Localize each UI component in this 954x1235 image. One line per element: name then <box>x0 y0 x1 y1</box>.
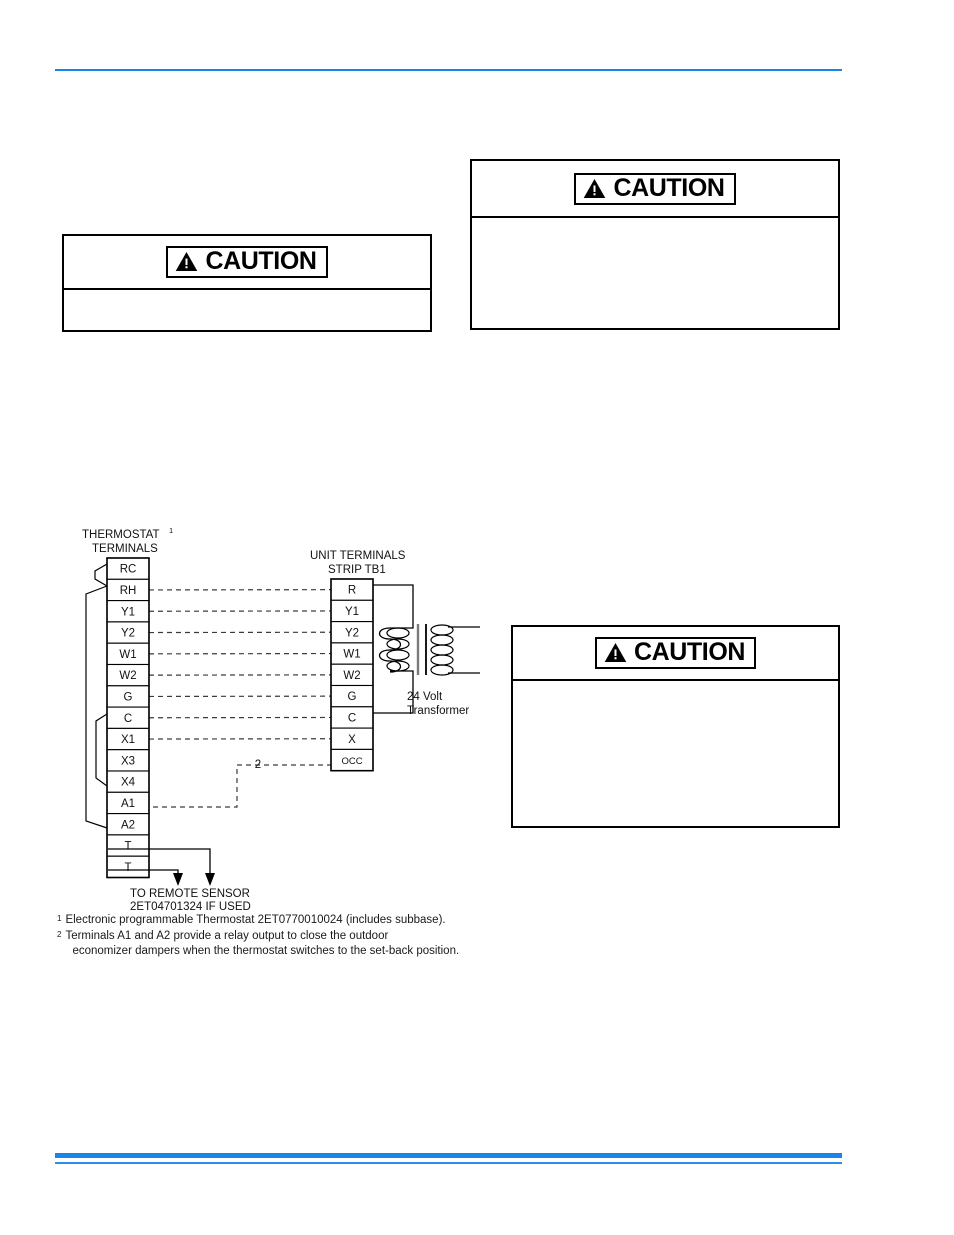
footnote-marker: 1 <box>57 914 62 923</box>
unit-terminal-label: W1 <box>343 649 360 661</box>
unit-terminal-label: W2 <box>343 670 360 682</box>
caution-word: CAUTION <box>633 638 746 666</box>
thermostat-wiring-diagram: THERMOSTAT 1 TERMINALS UNIT TERMINALS ST… <box>60 525 520 910</box>
thermostat-terminal-label: C <box>124 713 132 725</box>
footnote-marker: 2 <box>57 930 62 940</box>
jumper-c-x4 <box>95 713 108 787</box>
thermostat-heading-line1: THERMOSTAT <box>82 529 160 541</box>
unit-terminal-label: G <box>348 691 357 703</box>
caution-header: CAUTION <box>513 627 838 681</box>
thermostat-terminal-label: X1 <box>121 734 135 746</box>
caution-word: CAUTION <box>613 173 725 202</box>
jumper-rh-a2 <box>85 585 108 829</box>
caution-box-right-top: CAUTION <box>470 159 840 330</box>
unit-terminal-label: Y2 <box>345 627 359 639</box>
caution-box-right-bottom: CAUTION <box>511 625 840 828</box>
connection-wires <box>148 589 332 740</box>
transformer-label-line1: 24 Volt <box>407 691 443 703</box>
thermostat-terminal-label: G <box>124 691 133 703</box>
footnote-text: Electronic programmable Thermostat 2ET07… <box>65 914 446 926</box>
unit-terminal-label: X <box>348 734 356 746</box>
caution-badge: CAUTION <box>166 246 328 278</box>
unit-heading-line2: STRIP TB1 <box>328 564 386 576</box>
thermostat-heading-superscript: 1 <box>169 526 173 535</box>
caution-body <box>64 290 430 306</box>
footnote-text: Terminals A1 and A2 provide a relay outp… <box>65 929 577 959</box>
warning-triangle-icon <box>604 642 627 663</box>
thermostat-terminal-label: Y2 <box>121 628 135 640</box>
caution-body <box>513 681 838 697</box>
unit-terminal-label: Y1 <box>345 606 359 618</box>
caution-badge: CAUTION <box>574 172 736 205</box>
warning-triangle-icon <box>583 178 606 199</box>
unit-terminal-label: OCC <box>341 756 362 767</box>
jumper-rc-rh <box>94 563 108 587</box>
thermostat-terminal-strip: RC RH Y1 Y2 W1 W2 GC X1 X3 X4 A1 A2 TT <box>106 557 150 879</box>
footer-rule-thin <box>55 1162 842 1164</box>
thermostat-terminal-label: X3 <box>121 755 135 767</box>
footer-rule-thick <box>55 1153 842 1158</box>
occ-branch-label: 2 <box>255 759 261 771</box>
footnotes: 1 Electronic programmable Thermostat 2ET… <box>57 913 577 961</box>
footnote-text-line2: economizer dampers when the thermostat s… <box>72 945 460 958</box>
transformer-symbol <box>378 624 480 676</box>
thermostat-terminal-label: X4 <box>121 777 136 789</box>
thermostat-terminal-label: RC <box>120 564 137 576</box>
unit-terminal-strip: R Y1 Y2 W1 W2 GCX OCC <box>330 578 374 772</box>
footnote-text-line1: Terminals A1 and A2 provide a relay outp… <box>65 930 389 943</box>
thermostat-terminal-label: RH <box>120 585 137 597</box>
caution-badge: CAUTION <box>594 637 757 669</box>
caution-body <box>472 218 838 234</box>
thermostat-terminal-label: T <box>124 862 131 874</box>
remote-sensor-label-line2: 2ET04701324 IF USED <box>130 901 251 910</box>
caution-header: CAUTION <box>64 236 430 290</box>
footnote-2: 2 Terminals A1 and A2 provide a relay ou… <box>57 929 577 959</box>
caution-header: CAUTION <box>472 161 838 218</box>
caution-word: CAUTION <box>205 247 317 275</box>
unit-heading-line1: UNIT TERMINALS <box>310 550 406 562</box>
remote-sensor-label-line1: TO REMOTE SENSOR <box>130 888 250 900</box>
thermostat-terminal-label: W1 <box>119 649 136 661</box>
transformer-label-line2: Transformer <box>407 705 469 717</box>
footnote-1: 1 Electronic programmable Thermostat 2ET… <box>57 913 577 928</box>
thermostat-terminal-label: Y1 <box>121 606 135 618</box>
header-rule <box>55 69 842 71</box>
thermostat-heading-line2: TERMINALS <box>92 543 158 555</box>
warning-triangle-icon <box>175 251 198 272</box>
thermostat-terminal-label: A1 <box>121 798 135 810</box>
unit-terminal-label: R <box>348 585 356 597</box>
thermostat-terminal-label: A2 <box>121 819 135 831</box>
unit-terminal-label: C <box>348 712 356 724</box>
thermostat-terminal-label: T <box>124 841 131 853</box>
caution-box-left: CAUTION <box>62 234 432 332</box>
thermostat-terminal-label: W2 <box>119 670 136 682</box>
